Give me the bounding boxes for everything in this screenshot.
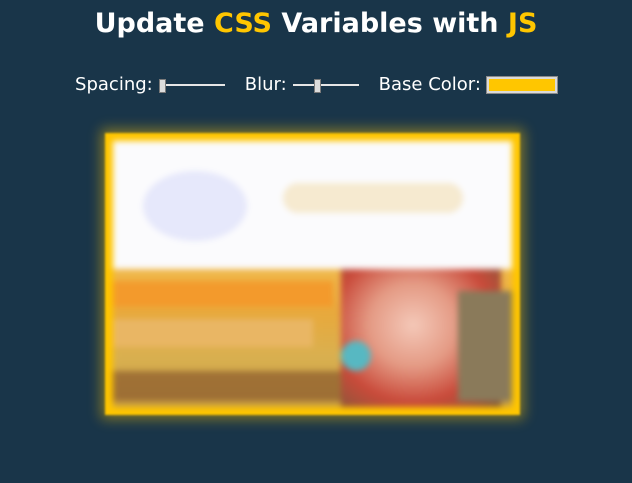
photo-region-right: [458, 291, 512, 401]
base-color-control: Base Color:: [378, 73, 558, 97]
blur-slider-track: [292, 84, 359, 86]
blur-label: Blur:: [244, 74, 287, 95]
blur-slider-thumb[interactable]: [313, 79, 321, 93]
photo-frame: [105, 133, 520, 415]
photo-region-orange: [113, 281, 333, 307]
blur-control: Blur:: [245, 73, 359, 97]
photo-region-dark: [113, 371, 343, 401]
spacing-label: Spacing:: [75, 74, 153, 95]
base-color-label: Base Color:: [378, 74, 481, 95]
photo-region-oval: [143, 171, 247, 241]
base-color-picker[interactable]: [485, 76, 558, 94]
photo-region-orange-2: [113, 319, 313, 347]
spacing-slider[interactable]: [158, 78, 225, 93]
spacing-slider-thumb[interactable]: [158, 79, 166, 93]
title-css: CSS: [214, 8, 272, 39]
blur-slider[interactable]: [292, 78, 359, 93]
controls-bar: Spacing: Blur: Base Color:: [0, 73, 632, 97]
title-update: Update: [94, 8, 214, 39]
blurred-photo: [113, 141, 512, 407]
photo-region-beads: [283, 183, 463, 213]
title-variables-with: Variables with: [272, 8, 508, 39]
title-js: JS: [507, 8, 538, 39]
photo-region-teal: [341, 341, 371, 371]
page-title: Update CSS Variables with JS: [0, 4, 632, 44]
spacing-control: Spacing:: [75, 73, 225, 97]
spacing-slider-track: [158, 84, 225, 86]
